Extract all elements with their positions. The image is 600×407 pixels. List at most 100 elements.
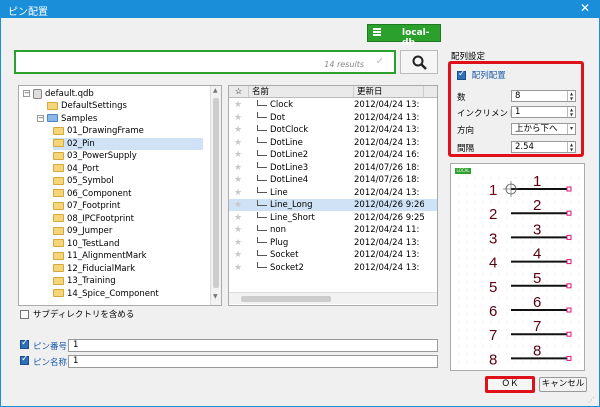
collapse-icon[interactable]: −: [37, 114, 44, 122]
star-icon[interactable]: ★: [234, 124, 242, 136]
star-icon[interactable]: ★: [234, 149, 242, 161]
spacing-spinner[interactable]: 2.54 ▲ ▼: [511, 141, 576, 153]
tree-root[interactable]: − default.qdb: [23, 88, 94, 100]
tree-item[interactable]: 12_FiducialMark: [53, 263, 203, 275]
close-icon[interactable]: ✕: [580, 1, 590, 15]
pin-end-marker: [566, 331, 572, 337]
spin-arrows-icon[interactable]: ▲ ▼: [567, 107, 575, 117]
tree-item[interactable]: 08_IPCFootprint: [53, 213, 203, 225]
direction-dropdown[interactable]: 上から下へ ▾: [511, 123, 576, 135]
star-icon[interactable]: ★: [234, 237, 242, 249]
table-row[interactable]: ★ Plug 2012/04/24 13:: [229, 237, 437, 249]
col-name[interactable]: 名前: [249, 86, 354, 98]
tree-item[interactable]: 13_Training: [53, 275, 203, 287]
pin-number-label: 3: [489, 230, 497, 247]
part-table[interactable]: ☆ 名前 更新日 ★ Clock 2012/04/24 13: ★ Dot 2012/04…: [228, 85, 438, 306]
table-h-scrollbar[interactable]: [229, 292, 437, 304]
star-icon[interactable]: ★: [234, 137, 242, 149]
table-row[interactable]: ★ Line 2012/04/24 13:: [229, 187, 437, 199]
dropdown-arrow-icon[interactable]: ▾: [567, 124, 575, 134]
star-icon[interactable]: ★: [234, 212, 242, 224]
spin-arrows-icon[interactable]: ▲ ▼: [567, 142, 575, 152]
pin-name-label: 2: [533, 197, 541, 214]
star-icon[interactable]: ★: [234, 262, 242, 274]
folder-icon: [53, 164, 64, 172]
table-row[interactable]: ★ DotLine2 2012/04/24 16:: [229, 149, 437, 161]
star-icon[interactable]: ★: [234, 199, 242, 211]
subdir-check[interactable]: [20, 310, 29, 319]
pin-name-checkbox[interactable]: [20, 354, 29, 365]
table-row[interactable]: ★ Line_Short 2012/04/26 9:25: [229, 212, 437, 224]
star-icon[interactable]: ★: [234, 162, 242, 174]
tree-item[interactable]: 11_AlignmentMark: [53, 250, 203, 262]
increment-label: インクリメント: [457, 109, 517, 119]
table-row[interactable]: ★ DotLine4 2014/07/26 18:: [229, 174, 437, 186]
pin-number-field[interactable]: 1: [68, 339, 438, 352]
tree-scrollbar[interactable]: ▲ ▼: [210, 86, 221, 305]
increment-spinner[interactable]: 1 ▲ ▼: [511, 106, 576, 118]
pin-number-checkbox[interactable]: [20, 338, 29, 349]
tree-item[interactable]: 05_Symbol: [53, 175, 203, 187]
spin-arrows-icon[interactable]: ▲ ▼: [567, 91, 575, 101]
local-db-button[interactable]: local-db: [367, 24, 441, 48]
tree-item[interactable]: 09_Jumper: [53, 225, 203, 237]
pin-name-label: 8: [533, 342, 541, 359]
tree-item[interactable]: 04_Port: [53, 163, 203, 175]
resize-grip-icon[interactable]: ⋰: [588, 396, 595, 404]
star-icon[interactable]: ★: [234, 112, 242, 124]
pin-icon: [257, 124, 267, 131]
table-row[interactable]: ★ Socket2 2012/04/24 13:: [229, 262, 437, 274]
tree-item[interactable]: 01_DrawingFrame: [53, 125, 203, 137]
star-icon[interactable]: ★: [234, 187, 242, 199]
pin-icon: [257, 212, 267, 218]
pin-number-label: 5: [489, 279, 497, 296]
tree-item[interactable]: 06_Component: [53, 188, 203, 200]
h-scroll-thumb[interactable]: [241, 296, 331, 302]
folder-icon: [53, 201, 64, 210]
pin-preview: LOCAL 1122334455667788: [450, 163, 585, 371]
tree-item[interactable]: 14_Spice_Component: [53, 288, 203, 300]
tree-item[interactable]: − Samples: [37, 113, 97, 125]
tree-item[interactable]: 10_TestLand: [53, 238, 203, 250]
array-toggle[interactable]: 配列配置: [457, 69, 506, 81]
count-spinner[interactable]: 8 ▲ ▼: [511, 90, 576, 102]
folder-icon: [53, 189, 64, 197]
pin-name-field[interactable]: 1: [68, 355, 438, 368]
pin-icon: [257, 137, 267, 143]
tree-item[interactable]: 07_Footprint: [53, 200, 203, 212]
array-checkbox[interactable]: [457, 69, 466, 80]
col-star[interactable]: ☆: [229, 86, 249, 98]
scroll-up-icon[interactable]: ▲: [213, 87, 218, 94]
table-row[interactable]: ★ DotLine3 2014/07/26 18:: [229, 162, 437, 174]
table-row[interactable]: ★ DotLine 2012/04/24 13:: [229, 137, 437, 149]
table-row[interactable]: ★ Clock 2012/04/24 13:: [229, 99, 437, 111]
star-icon[interactable]: ★: [234, 224, 242, 236]
table-row[interactable]: ★ Line_Long 2012/04/26 9:26: [229, 199, 437, 211]
pin-number-label: 7: [489, 327, 497, 344]
star-icon[interactable]: ★: [234, 249, 242, 261]
folder-icon: [47, 101, 58, 110]
subdirectory-checkbox[interactable]: サブディレクトリを含める: [20, 308, 134, 320]
star-icon[interactable]: ★: [234, 99, 242, 111]
folder-tree[interactable]: − default.qdb DefaultSettings − Samples 01_D…: [18, 85, 222, 306]
pin-name-label: 3: [533, 221, 541, 238]
table-row[interactable]: ★ Dot 2012/04/24 13:: [229, 112, 437, 124]
tree-item[interactable]: 03_PowerSupply: [53, 150, 203, 162]
table-row[interactable]: ★ Socket 2012/04/24 13:: [229, 249, 437, 261]
search-input[interactable]: 14 results ✓: [14, 50, 396, 74]
scroll-thumb[interactable]: [213, 98, 219, 288]
col-date[interactable]: 更新日: [354, 86, 424, 98]
tree-item[interactable]: 02_Pin: [53, 137, 203, 150]
tree-item[interactable]: DefaultSettings: [37, 100, 127, 112]
ok-button[interactable]: ＯＫ: [485, 376, 535, 393]
pin-end-marker: [566, 307, 572, 313]
table-row[interactable]: ★ non 2012/04/24 11:: [229, 224, 437, 236]
collapse-icon[interactable]: −: [23, 90, 30, 97]
table-row[interactable]: ★ DotClock 2012/04/24 13:: [229, 124, 437, 136]
column-chooser-icon[interactable]: [424, 86, 437, 98]
search-button[interactable]: [400, 50, 438, 74]
title-bar: ピン配置 ✕: [0, 0, 600, 18]
star-icon[interactable]: ★: [234, 174, 242, 186]
scroll-down-icon[interactable]: ▼: [213, 293, 218, 300]
cancel-button[interactable]: キャンセル: [539, 377, 587, 392]
